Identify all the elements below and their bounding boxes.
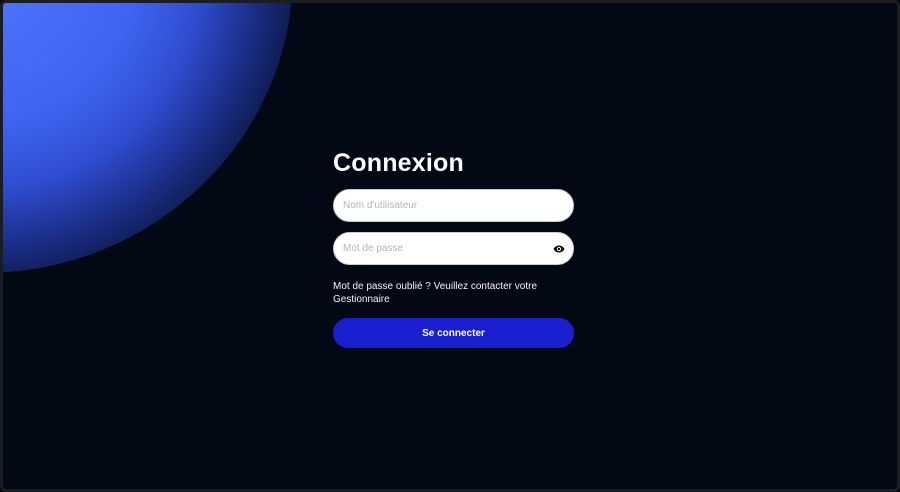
login-form: Connexion Mot de passe oublié ? Veuillez… <box>333 148 574 348</box>
login-button[interactable]: Se connecter <box>333 318 574 348</box>
forgot-password-text: Mot de passe oublié ? Veuillez contacter… <box>333 281 538 305</box>
username-input[interactable] <box>343 190 543 220</box>
password-input[interactable] <box>343 233 543 263</box>
eye-icon[interactable] <box>553 242 565 254</box>
username-field-container <box>333 189 574 222</box>
page-title: Connexion <box>333 149 464 177</box>
background-glow <box>3 3 293 273</box>
password-field-container <box>333 232 574 265</box>
login-screen: Connexion Mot de passe oublié ? Veuillez… <box>0 0 900 492</box>
